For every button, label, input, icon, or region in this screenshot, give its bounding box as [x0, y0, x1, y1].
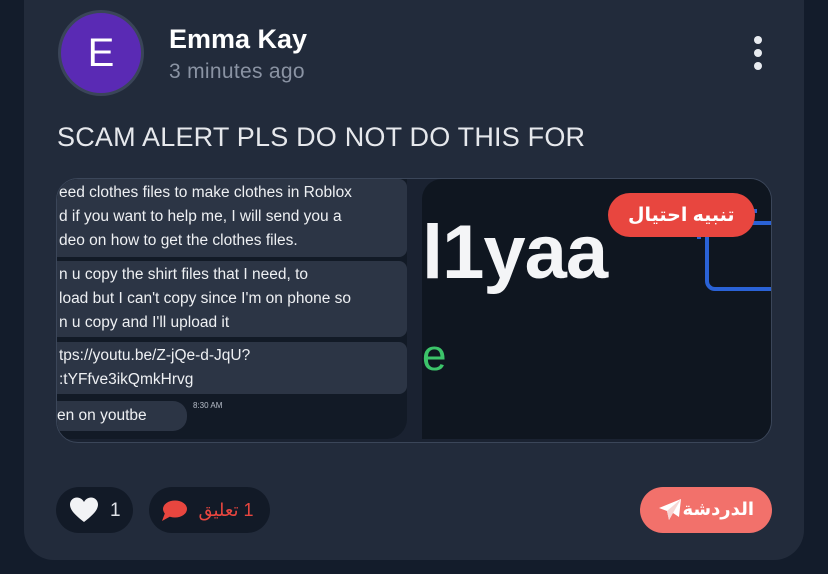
heart-icon	[70, 497, 98, 522]
more-vertical-icon	[754, 36, 762, 44]
post-text: SCAM ALERT PLS DO NOT DO THIS FOR	[57, 122, 586, 152]
screenshot-small-text: e	[422, 331, 447, 380]
avatar[interactable]: E	[58, 10, 144, 96]
chat-screenshot: eed clothes files to make clothes in Rob…	[57, 179, 407, 439]
chat-message: en on youtbe	[57, 401, 187, 431]
send-icon	[659, 499, 681, 520]
scam-alert-badge: تنبيه احتيال	[608, 193, 755, 237]
chat-label: الدردشة	[682, 499, 754, 519]
comment-button[interactable]: 1 تعليق	[149, 487, 270, 533]
chat-button[interactable]: الدردشة	[640, 487, 772, 533]
comment-icon	[162, 500, 187, 521]
post-timestamp: 3 minutes ago	[169, 60, 305, 83]
comment-count-label: 1 تعليق	[198, 500, 254, 520]
chat-message: eed clothes files to make clothes in Rob…	[57, 179, 407, 257]
screenshot-username: l1yaa	[422, 210, 608, 295]
chat-message: n u copy the shirt files that I need, to…	[57, 261, 407, 337]
like-count: 1	[110, 500, 121, 521]
like-button[interactable]: 1	[56, 487, 133, 533]
more-options-button[interactable]	[750, 36, 766, 70]
message-time: 8:30 AM	[193, 401, 223, 410]
chat-message: tps://youtu.be/Z-jQe-d-JqU? :tYFfve3ikQm…	[57, 342, 407, 394]
author-name[interactable]: Emma Kay	[169, 24, 307, 55]
avatar-initial: E	[87, 30, 115, 75]
